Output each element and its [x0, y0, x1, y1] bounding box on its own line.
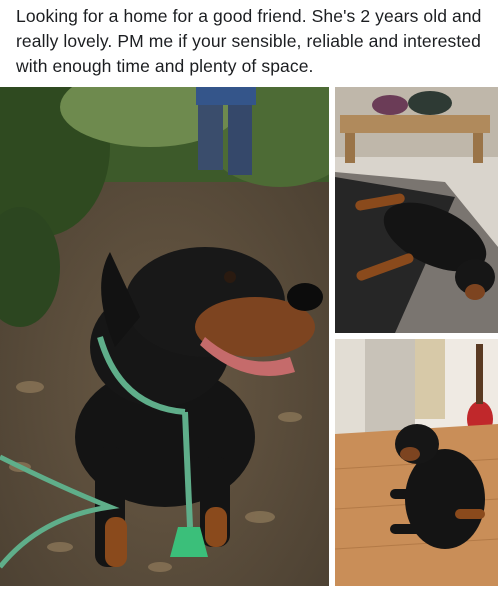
post-text: Looking for a home for a good friend. Sh…: [16, 6, 482, 76]
photo-dog-forest[interactable]: [0, 87, 329, 586]
photo-grid: [0, 87, 498, 586]
photo-dog-floor-image: [335, 339, 498, 586]
photo-dog-floor[interactable]: [335, 339, 498, 586]
photo-dog-rug[interactable]: [335, 87, 498, 333]
photo-dog-rug-image: [335, 87, 498, 333]
photo-dog-forest-image: [0, 87, 329, 586]
